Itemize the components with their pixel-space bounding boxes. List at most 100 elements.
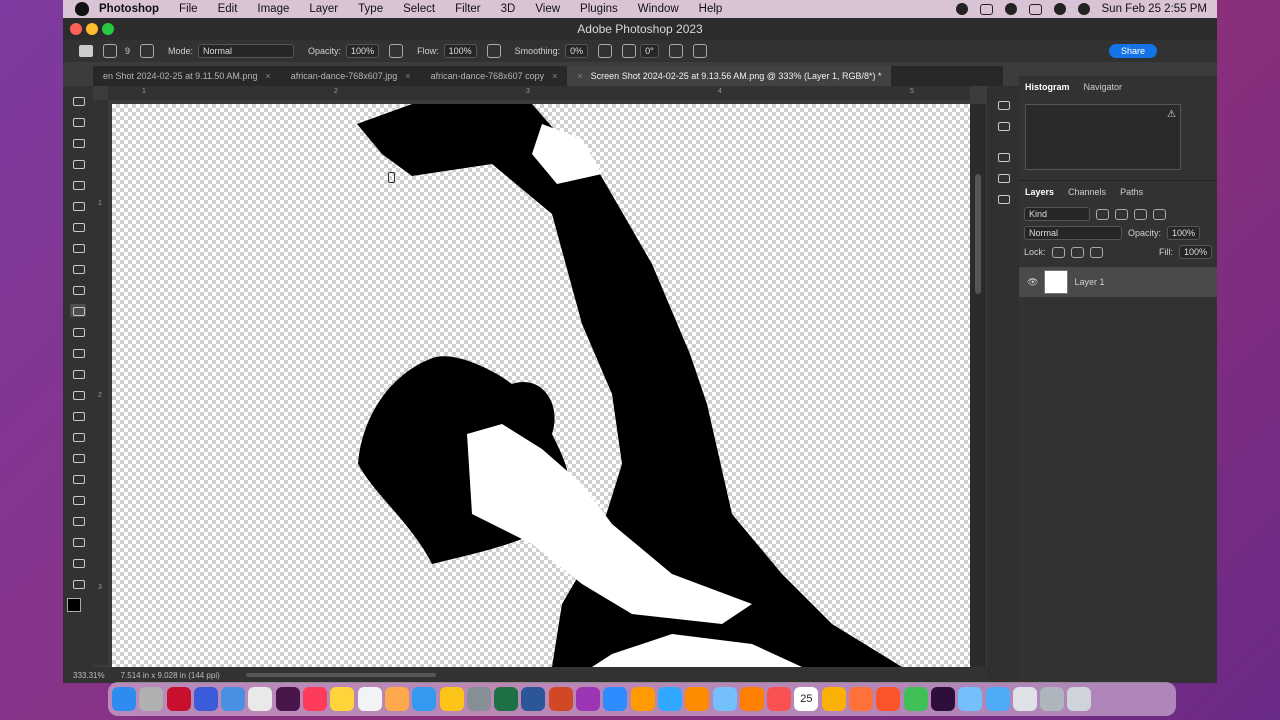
layer-thumbnail[interactable] xyxy=(1044,270,1069,294)
layer-row[interactable]: 👁 Layer 1 xyxy=(1019,267,1217,297)
vertical-scrollbar[interactable] xyxy=(970,104,986,667)
close-tab-icon[interactable]: × xyxy=(577,66,582,86)
keyboard-icon[interactable] xyxy=(1040,687,1065,711)
apple-icon[interactable] xyxy=(75,2,89,16)
tab-histogram[interactable]: Histogram xyxy=(1025,82,1070,92)
photoshop-icon[interactable] xyxy=(657,687,682,711)
lock-all-icon[interactable] xyxy=(1089,246,1103,258)
word-icon[interactable] xyxy=(521,687,546,711)
eyedropper-tool-icon[interactable] xyxy=(70,199,86,212)
pixel-filter-icon[interactable] xyxy=(1096,208,1109,220)
fill-field[interactable]: 100% xyxy=(1178,245,1212,259)
close-window-icon[interactable] xyxy=(70,23,82,35)
zoom-window-icon[interactable] xyxy=(102,23,114,35)
foreground-color-swatch[interactable] xyxy=(67,598,81,612)
grid-icon[interactable] xyxy=(248,687,273,711)
reminders-icon[interactable] xyxy=(357,687,382,711)
music-icon[interactable] xyxy=(767,687,792,711)
airbrush-icon[interactable] xyxy=(486,44,501,58)
opacity-field[interactable]: 100% xyxy=(346,44,380,58)
eraser-tool-icon[interactable] xyxy=(70,367,86,380)
color-swatches[interactable] xyxy=(67,598,89,620)
wifi-icon[interactable] xyxy=(1053,3,1066,15)
record-icon[interactable] xyxy=(955,3,968,15)
menu-image[interactable]: Image xyxy=(257,3,289,15)
shape-tool-icon[interactable] xyxy=(70,514,86,527)
zoom-tool-icon[interactable] xyxy=(70,556,86,569)
lock-position-icon[interactable] xyxy=(1070,246,1084,258)
dodge-tool-icon[interactable] xyxy=(70,430,86,443)
tab-layers[interactable]: Layers xyxy=(1025,187,1054,197)
flow-field[interactable]: 100% xyxy=(443,44,477,58)
menu-layer[interactable]: Layer xyxy=(309,3,338,15)
battery-icon[interactable] xyxy=(1028,3,1042,15)
history-panel-icon[interactable] xyxy=(995,98,1011,111)
gradient-tool-icon[interactable] xyxy=(70,388,86,401)
layer-name[interactable]: Layer 1 xyxy=(1074,277,1104,287)
warning-icon[interactable]: ⚠ xyxy=(1167,109,1176,120)
brush-settings-icon[interactable] xyxy=(140,44,155,58)
mail-icon[interactable] xyxy=(221,687,246,711)
filter-kind-dropdown[interactable]: Kind xyxy=(1024,207,1090,221)
minimize-window-icon[interactable] xyxy=(86,23,98,35)
chrome-icon[interactable] xyxy=(821,687,846,711)
document-info[interactable]: 7.514 in x 9.028 in (144 ppi) xyxy=(121,671,220,680)
move-tool-icon[interactable] xyxy=(70,94,86,107)
quick-select-tool-icon[interactable] xyxy=(70,157,86,170)
safari-icon[interactable] xyxy=(412,687,437,711)
audition-icon[interactable] xyxy=(930,687,955,711)
launchpad-icon[interactable] xyxy=(139,687,164,711)
blend-mode-dropdown[interactable]: Normal xyxy=(1024,226,1122,240)
brave-icon[interactable] xyxy=(876,687,901,711)
type-filter-icon[interactable] xyxy=(1134,208,1147,220)
notes-icon[interactable] xyxy=(330,687,355,711)
calendar-icon[interactable]: 25 xyxy=(794,687,819,711)
menu-window[interactable]: Window xyxy=(638,3,679,15)
books-icon[interactable] xyxy=(685,687,710,711)
tab-african-dance-copy[interactable]: african-dance-768x607 copy × xyxy=(421,66,568,86)
menu-select[interactable]: Select xyxy=(403,3,435,15)
trash-icon[interactable] xyxy=(1067,687,1092,711)
properties-panel-icon[interactable] xyxy=(995,150,1011,163)
menubar-clock[interactable]: Sun Feb 25 2:55 PM xyxy=(1102,3,1207,15)
tab-paths[interactable]: Paths xyxy=(1120,187,1143,197)
scroll-thumb[interactable] xyxy=(975,174,981,294)
menu-type[interactable]: Type xyxy=(358,3,383,15)
control-center-icon[interactable] xyxy=(1077,3,1090,15)
pencil-tool-icon[interactable] xyxy=(70,241,86,254)
brush-tool-icon[interactable] xyxy=(70,304,86,317)
pressure-size-icon[interactable] xyxy=(668,44,683,58)
pages-icon[interactable] xyxy=(384,687,409,711)
shape-filter-icon[interactable] xyxy=(1153,208,1166,220)
close-tab-icon[interactable]: × xyxy=(265,66,270,86)
preview-icon[interactable] xyxy=(712,687,737,711)
illustrator-icon[interactable] xyxy=(630,687,655,711)
angle-field[interactable]: 0° xyxy=(640,44,659,58)
creative-cloud-icon[interactable] xyxy=(1004,3,1017,15)
warp-tool-icon[interactable] xyxy=(70,283,86,296)
share-button[interactable]: Share xyxy=(1108,44,1157,58)
info-panel-icon[interactable] xyxy=(995,171,1011,184)
history-brush-icon[interactable] xyxy=(70,346,86,359)
slack-icon[interactable] xyxy=(275,687,300,711)
eye-icon[interactable]: 👁 xyxy=(1027,277,1038,288)
menu-3d[interactable]: 3D xyxy=(501,3,516,15)
tab-african-dance[interactable]: african-dance-768x607.jpg × xyxy=(281,66,421,86)
document-canvas[interactable] xyxy=(112,104,970,667)
news-icon[interactable] xyxy=(303,687,328,711)
help-icon[interactable] xyxy=(985,687,1010,711)
pressure-opacity-icon[interactable] xyxy=(389,44,404,58)
horizontal-scroll-thumb[interactable] xyxy=(245,673,436,677)
pen-tool-icon[interactable] xyxy=(70,451,86,464)
gear-icon[interactable] xyxy=(598,44,613,58)
tab-screenshot-9-13[interactable]: × Screen Shot 2024-02-25 at 9.13.56 AM.pn… xyxy=(567,66,892,86)
podcasts-icon[interactable] xyxy=(576,687,601,711)
healing-tool-icon[interactable] xyxy=(70,220,86,233)
lock-pixels-icon[interactable] xyxy=(1051,246,1065,258)
android-icon[interactable] xyxy=(903,687,928,711)
tab-screenshot-9-11[interactable]: en Shot 2024-02-25 at 9.11.50 AM.png × xyxy=(93,66,281,86)
zoom-icon[interactable] xyxy=(603,687,628,711)
adjustment-filter-icon[interactable] xyxy=(1115,208,1128,220)
acrobat-icon[interactable] xyxy=(166,687,191,711)
menu-file[interactable]: File xyxy=(179,3,198,15)
